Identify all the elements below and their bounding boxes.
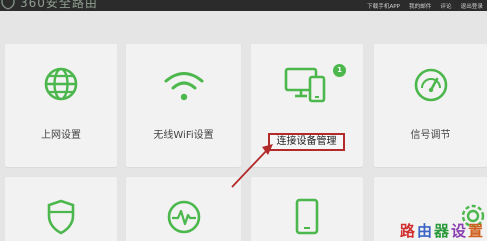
watermark-char: 器	[433, 222, 449, 240]
watermark: 路 由 器 设 置	[398, 223, 483, 239]
watermark-char: 设	[450, 222, 466, 240]
annotation-arrow	[231, 144, 273, 188]
watermark-char: 路	[399, 222, 415, 240]
watermark-char: 置	[467, 222, 483, 240]
watermark-char: 由	[416, 222, 432, 240]
